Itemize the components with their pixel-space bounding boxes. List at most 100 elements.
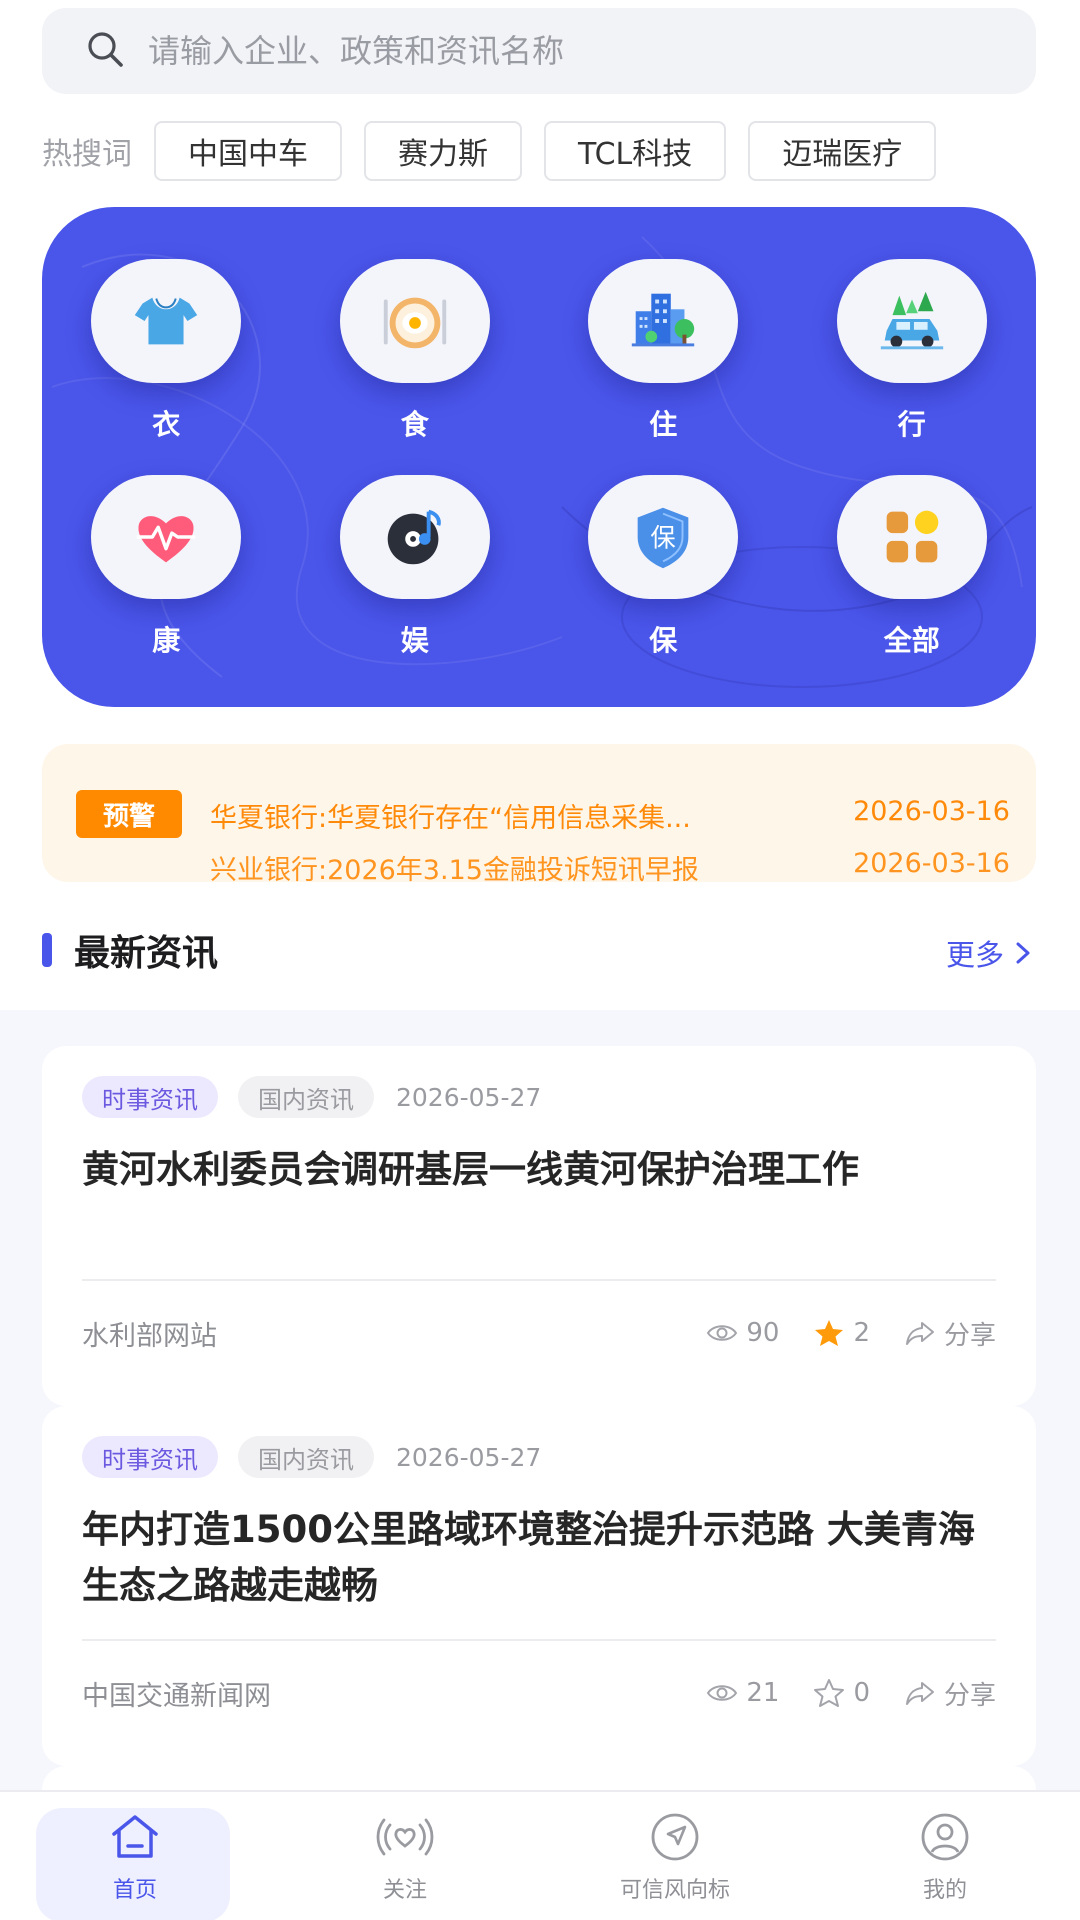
news-source: 水利部网站 <box>82 1320 217 1352</box>
share-label: 分享 <box>943 1320 996 1351</box>
tab-follow[interactable]: 关注 <box>270 1792 540 1920</box>
warning-ticker[interactable]: 预警 华夏银行:华夏银行存在“信用信息采集... 2026-03-16 兴业银行… <box>42 744 1036 882</box>
category-label: 住 <box>649 408 678 441</box>
share-label: 分享 <box>943 1680 996 1711</box>
star-outline-icon <box>814 1679 845 1707</box>
category-all[interactable]: 全部 <box>788 475 1037 659</box>
warning-badge: 预警 <box>76 790 182 838</box>
category-clothing[interactable]: 衣 <box>42 259 291 443</box>
building-icon <box>588 259 739 383</box>
category-panel: 衣 食 住 行 康 娱 保 保 全部 <box>42 207 1036 707</box>
news-stats: 21 0 分享 <box>672 1675 996 1712</box>
news-tags: 时事资讯 国内资讯 2026-05-27 <box>82 1076 541 1118</box>
car-icon <box>836 259 987 383</box>
section-title: 最新资讯 <box>74 933 219 974</box>
divider <box>82 1279 996 1281</box>
bottom-tab-bar: 首页 关注 可信风向标 我的 <box>0 1790 1080 1920</box>
warning-item[interactable]: 兴业银行:2026年3.15金融投诉短讯早报 2026-03-16 <box>210 848 1010 882</box>
news-tag-primary: 时事资讯 <box>82 1076 218 1118</box>
news-footer: 中国交通新闻网 21 0 分享 <box>82 1668 996 1718</box>
top-area: 热搜词 中国中车 赛力斯 TCL科技 迈瑞医疗 衣 食 <box>0 0 1080 1010</box>
category-entertainment[interactable]: 娱 <box>291 475 540 659</box>
user-icon <box>921 1813 969 1861</box>
favorite-button[interactable]: 0 <box>813 1677 870 1709</box>
chevron-right-icon <box>1016 942 1030 964</box>
tab-label: 关注 <box>382 1878 427 1903</box>
news-tag-primary: 时事资讯 <box>82 1436 218 1478</box>
news-list[interactable]: 时事资讯 国内资讯 2026-05-27 黄河水利委员会调研基层一线黄河保护治理… <box>0 1010 1080 1790</box>
category-health[interactable]: 康 <box>42 475 291 659</box>
category-housing[interactable]: 住 <box>539 259 788 443</box>
category-label: 食 <box>400 408 429 441</box>
view-count: 90 <box>706 1317 779 1349</box>
divider <box>82 1639 996 1641</box>
category-label: 行 <box>897 408 926 441</box>
view-count-value: 21 <box>746 1678 780 1708</box>
news-section-header: 最新资讯 更多 <box>42 920 1036 980</box>
eye-icon <box>707 1685 738 1701</box>
favorite-count: 0 <box>853 1678 870 1708</box>
home-icon <box>112 1815 158 1858</box>
share-icon <box>905 1322 934 1345</box>
share-icon <box>905 1682 934 1705</box>
food-plate-icon <box>339 259 490 383</box>
category-label: 康 <box>152 624 181 657</box>
news-tags: 时事资讯 国内资讯 2026-05-27 <box>82 1436 541 1478</box>
hot-tag[interactable]: 中国中车 <box>154 121 342 181</box>
tab-label: 可信风向标 <box>619 1878 730 1903</box>
view-count: 21 <box>706 1677 779 1709</box>
news-tag-secondary: 国内资讯 <box>238 1076 374 1118</box>
category-label: 保 <box>649 624 678 657</box>
tshirt-icon <box>91 259 242 383</box>
view-count-value: 90 <box>746 1318 780 1348</box>
favorite-button[interactable]: 2 <box>813 1317 870 1349</box>
category-travel[interactable]: 行 <box>788 259 1037 443</box>
category-label: 娱 <box>400 624 429 657</box>
search-input[interactable] <box>148 32 968 70</box>
hot-search-label: 热搜词 <box>42 137 132 172</box>
heart-pulse-icon <box>91 475 242 599</box>
more-label: 更多 <box>945 938 1004 972</box>
news-tag-secondary: 国内资讯 <box>238 1436 374 1478</box>
news-stats: 90 2 分享 <box>672 1315 996 1352</box>
shield-icon: 保 <box>588 475 739 599</box>
grid-all-icon <box>836 475 987 599</box>
tab-label: 首页 <box>112 1878 157 1903</box>
broadcast-heart-icon <box>376 1818 434 1856</box>
star-filled-icon <box>815 1320 844 1346</box>
news-footer: 水利部网站 90 2 分享 <box>82 1308 996 1358</box>
more-link[interactable]: 更多 <box>946 932 1034 974</box>
favorite-count: 2 <box>853 1318 870 1348</box>
news-title[interactable]: 黄河水利委员会调研基层一线黄河保护治理工作 <box>82 1142 982 1198</box>
hot-tag[interactable]: 赛力斯 <box>364 121 522 181</box>
warning-date: 2026-03-16 <box>853 848 1010 879</box>
news-source: 中国交通新闻网 <box>82 1680 271 1712</box>
hot-tag[interactable]: 迈瑞医疗 <box>748 121 937 181</box>
tab-home[interactable]: 首页 <box>0 1792 270 1920</box>
hot-tag[interactable]: TCL科技 <box>544 121 727 181</box>
tab-profile[interactable]: 我的 <box>810 1792 1080 1920</box>
search-bar[interactable] <box>42 8 1036 94</box>
section-accent-bar <box>42 933 52 967</box>
news-title[interactable]: 年内打造1500公里路域环境整治提升示范路 大美青海生态之路越走越畅 <box>82 1502 982 1614</box>
warning-date: 2026-03-16 <box>853 796 1010 827</box>
eye-icon <box>707 1325 738 1341</box>
category-food[interactable]: 食 <box>291 259 540 443</box>
category-label: 全部 <box>883 624 940 657</box>
share-button[interactable]: 分享 <box>904 1675 996 1712</box>
news-date: 2026-05-27 <box>396 1442 542 1472</box>
warning-title: 华夏银行:华夏银行存在“信用信息采集... <box>210 803 691 834</box>
category-insurance[interactable]: 保 保 <box>539 475 788 659</box>
news-card[interactable]: 时事资讯 国内资讯 2026-05-27 黄河水利委员会调研基层一线黄河保护治理… <box>42 1046 1036 1406</box>
news-date: 2026-05-27 <box>396 1082 542 1112</box>
share-button[interactable]: 分享 <box>904 1315 996 1352</box>
warning-title: 兴业银行:2026年3.15金融投诉短讯早报 <box>210 855 699 882</box>
warning-item[interactable]: 华夏银行:华夏银行存在“信用信息采集... 2026-03-16 <box>210 796 1010 835</box>
tab-trusted-indicator[interactable]: 可信风向标 <box>540 1792 810 1920</box>
music-disc-icon <box>339 475 490 599</box>
news-card[interactable]: 时事资讯 国内资讯 2026-05-27 年内打造1500公里路域环境整治提升示… <box>42 1406 1036 1766</box>
hot-search-row: 热搜词 中国中车 赛力斯 TCL科技 迈瑞医疗 <box>42 120 1036 182</box>
svg-text:保: 保 <box>651 523 676 553</box>
news-card[interactable] <box>42 1766 1036 1790</box>
category-label: 衣 <box>152 408 181 441</box>
